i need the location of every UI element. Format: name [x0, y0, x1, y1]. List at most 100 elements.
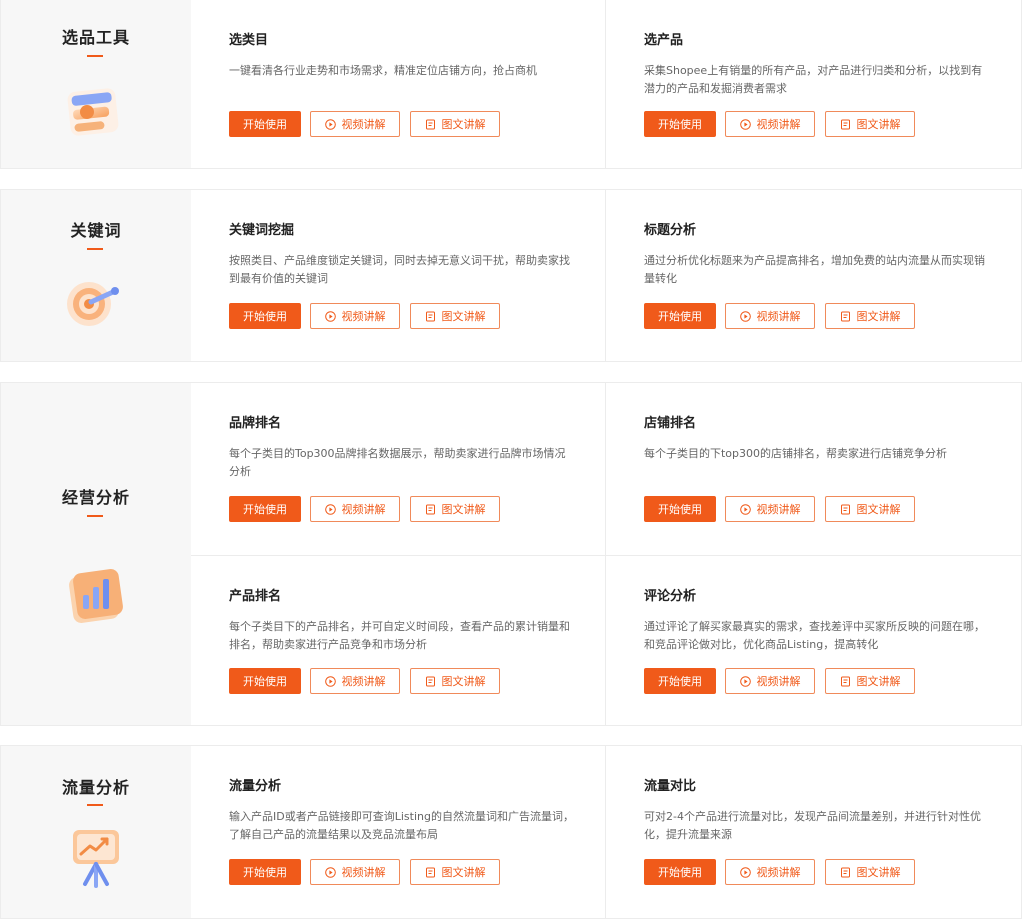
tool-card-review-analysis: 评论分析 通过评论了解买家最真实的需求，查找差评中买家所反映的问题在哪，和竞品评…	[606, 555, 1021, 725]
video-label: 视频讲解	[341, 866, 386, 879]
start-label: 开始使用	[243, 118, 287, 131]
start-label: 开始使用	[658, 675, 702, 688]
doc-label: 图文讲解	[856, 118, 901, 131]
tool-actions: 开始使用 视频讲解 图文讲解	[229, 668, 510, 694]
video-tutorial-button[interactable]: 视频讲解	[725, 496, 815, 522]
start-label: 开始使用	[658, 866, 702, 879]
doc-tutorial-button[interactable]: 图文讲解	[825, 111, 915, 137]
play-icon	[739, 118, 751, 130]
bar-chart-icon	[63, 563, 127, 627]
video-tutorial-button[interactable]: 视频讲解	[725, 303, 815, 329]
play-icon	[739, 866, 751, 878]
doc-label: 图文讲解	[856, 310, 901, 323]
start-button[interactable]: 开始使用	[644, 859, 716, 885]
start-button[interactable]: 开始使用	[644, 496, 716, 522]
document-icon	[425, 119, 436, 130]
section-tools: 品牌排名 每个子类目的Top300品牌排名数据展示，帮助卖家进行品牌市场情况分析…	[191, 383, 1021, 725]
tool-actions: 开始使用 视频讲解 图文讲解	[229, 859, 510, 885]
doc-tutorial-button[interactable]: 图文讲解	[825, 303, 915, 329]
start-label: 开始使用	[243, 866, 287, 879]
start-label: 开始使用	[658, 310, 702, 323]
document-icon	[840, 119, 851, 130]
video-tutorial-button[interactable]: 视频讲解	[310, 668, 400, 694]
start-button[interactable]: 开始使用	[644, 303, 716, 329]
section-side-panel: 经营分析	[1, 383, 191, 725]
start-label: 开始使用	[658, 503, 702, 516]
start-button[interactable]: 开始使用	[644, 668, 716, 694]
tool-title: 流量对比	[644, 779, 697, 794]
video-label: 视频讲解	[756, 866, 801, 879]
tool-description: 通过分析优化标题来为产品提高排名，增加免费的站内流量从而实现销量转化	[644, 254, 985, 285]
tool-actions: 开始使用 视频讲解 图文讲解	[644, 668, 925, 694]
keyword-target-icon	[63, 270, 127, 334]
tool-card-category: 选类目 一键看清各行业走势和市场需求，精准定位店铺方向，抢占商机 开始使用 视频…	[191, 0, 606, 168]
play-icon	[324, 310, 336, 322]
doc-label: 图文讲解	[856, 503, 901, 516]
tool-title: 流量分析	[229, 779, 282, 794]
video-label: 视频讲解	[756, 118, 801, 131]
section-title: 经营分析	[61, 488, 130, 507]
tool-title: 标题分析	[644, 223, 697, 238]
video-tutorial-button[interactable]: 视频讲解	[725, 668, 815, 694]
tool-actions: 开始使用 视频讲解 图文讲解	[644, 859, 925, 885]
document-icon	[425, 867, 436, 878]
tool-description: 每个子类目的Top300品牌排名数据展示，帮助卖家进行品牌市场情况分析	[229, 447, 566, 478]
section-side-panel: 关键词	[1, 190, 191, 361]
doc-tutorial-button[interactable]: 图文讲解	[410, 496, 500, 522]
tool-title: 关键词挖掘	[229, 223, 295, 238]
document-icon	[840, 311, 851, 322]
start-button[interactable]: 开始使用	[229, 859, 301, 885]
doc-tutorial-button[interactable]: 图文讲解	[410, 668, 500, 694]
tool-description: 可对2-4个产品进行流量对比，发现产品间流量差别，并进行针对性优化，提升流量来源	[644, 810, 981, 841]
video-tutorial-button[interactable]: 视频讲解	[310, 111, 400, 137]
start-label: 开始使用	[243, 675, 287, 688]
document-icon	[840, 504, 851, 515]
start-button[interactable]: 开始使用	[229, 496, 301, 522]
start-button[interactable]: 开始使用	[229, 303, 301, 329]
section-tools: 选类目 一键看清各行业走势和市场需求，精准定位店铺方向，抢占商机 开始使用 视频…	[191, 0, 1021, 168]
doc-tutorial-button[interactable]: 图文讲解	[410, 111, 500, 137]
doc-tutorial-button[interactable]: 图文讲解	[410, 303, 500, 329]
tool-description: 输入产品ID或者产品链接即可查询Listing的自然流量词和广告流量词，了解自己…	[229, 810, 574, 841]
start-button[interactable]: 开始使用	[644, 111, 716, 137]
play-icon	[324, 503, 336, 515]
video-label: 视频讲解	[341, 675, 386, 688]
section-side-panel: 流量分析	[1, 746, 191, 918]
doc-tutorial-button[interactable]: 图文讲解	[410, 859, 500, 885]
tool-actions: 开始使用 视频讲解 图文讲解	[229, 111, 510, 137]
start-label: 开始使用	[658, 118, 702, 131]
tool-card-product-ranking: 产品排名 每个子类目下的产品排名，并可自定义时间段，查看产品的累计销量和排名，帮…	[191, 555, 606, 725]
tool-actions: 开始使用 视频讲解 图文讲解	[229, 496, 510, 522]
product-selection-icon	[63, 80, 127, 144]
start-label: 开始使用	[243, 503, 287, 516]
video-label: 视频讲解	[756, 310, 801, 323]
start-button[interactable]: 开始使用	[229, 668, 301, 694]
section-title: 选品工具	[61, 28, 130, 47]
document-icon	[840, 676, 851, 687]
tool-card-product: 选产品 采集Shopee上有销量的所有产品，对产品进行归类和分析，以找到有潜力的…	[606, 0, 1021, 168]
video-tutorial-button[interactable]: 视频讲解	[310, 496, 400, 522]
section-keywords: 关键词 关键词挖掘 按照类目、产品维度锁定关键词，同时去掉无意义词干扰，帮助卖家…	[0, 189, 1022, 362]
tool-actions: 开始使用 视频讲解 图文讲解	[644, 111, 925, 137]
tool-card-title-analysis: 标题分析 通过分析优化标题来为产品提高排名，增加免费的站内流量从而实现销量转化 …	[606, 190, 1021, 361]
doc-label: 图文讲解	[441, 866, 486, 879]
tool-description: 每个子类目的下top300的店铺排名，帮卖家进行店铺竞争分析	[644, 447, 948, 460]
title-underline	[87, 515, 103, 517]
doc-tutorial-button[interactable]: 图文讲解	[825, 668, 915, 694]
section-tools: 流量分析 输入产品ID或者产品链接即可查询Listing的自然流量词和广告流量词…	[191, 746, 1021, 918]
tool-actions: 开始使用 视频讲解 图文讲解	[229, 303, 510, 329]
doc-tutorial-button[interactable]: 图文讲解	[825, 496, 915, 522]
traffic-board-icon	[63, 826, 127, 890]
video-tutorial-button[interactable]: 视频讲解	[310, 303, 400, 329]
tool-description: 按照类目、产品维度锁定关键词，同时去掉无意义词干扰，帮助卖家找到最有价值的关键词	[229, 254, 570, 285]
doc-tutorial-button[interactable]: 图文讲解	[825, 859, 915, 885]
tool-title: 选产品	[644, 33, 684, 48]
video-label: 视频讲解	[756, 675, 801, 688]
tool-card-brand-ranking: 品牌排名 每个子类目的Top300品牌排名数据展示，帮助卖家进行品牌市场情况分析…	[191, 383, 606, 555]
play-icon	[739, 503, 751, 515]
start-button[interactable]: 开始使用	[229, 111, 301, 137]
section-tools: 关键词挖掘 按照类目、产品维度锁定关键词，同时去掉无意义词干扰，帮助卖家找到最有…	[191, 190, 1021, 361]
video-tutorial-button[interactable]: 视频讲解	[725, 111, 815, 137]
video-tutorial-button[interactable]: 视频讲解	[310, 859, 400, 885]
video-tutorial-button[interactable]: 视频讲解	[725, 859, 815, 885]
